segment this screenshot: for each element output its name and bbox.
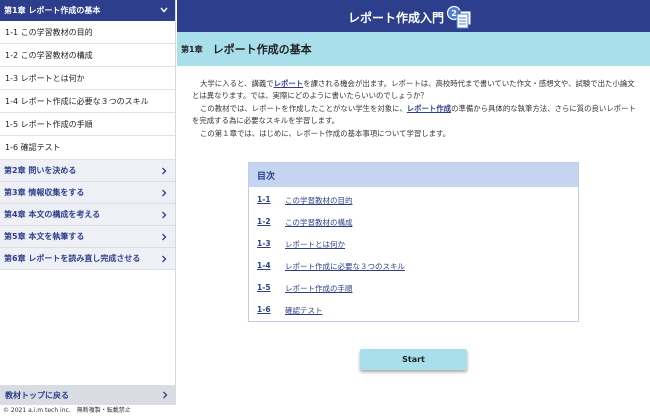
sidebar-item-1-1[interactable]: 1-1 この学習教材の目的	[0, 21, 175, 44]
toc-item-1-5[interactable]: 1-5 レポート作成の手順	[257, 283, 353, 294]
sidebar-item-label: 1-2 この学習教材の構成	[5, 50, 93, 60]
toc-item-1-3[interactable]: 1-3 レポートとは何か	[257, 239, 345, 250]
intro-paragraph-1: 大学に入ると、講義でレポートを課される機会が出ます。レポートは、高校時代まで書い…	[192, 79, 635, 101]
sidebar-item-1-3[interactable]: 1-3 レポートとは何か	[0, 67, 175, 90]
sidebar-chapter-label: 第5章 本文を執筆する	[4, 232, 85, 241]
table-of-contents: 目次 1-1 この学習教材の目的 1-2 この学習教材の構成 1-3 レポートとは何か…	[248, 162, 579, 322]
sidebar-chapter-6[interactable]: 第6章 レポートを読み直し完成させる	[0, 248, 175, 270]
sidebar-chapter-5[interactable]: 第5章 本文を執筆する	[0, 226, 175, 248]
back-to-top-link[interactable]: 教材トップに戻る	[0, 385, 176, 405]
sidebar-item-1-5[interactable]: 1-5 レポート作成の手順	[0, 113, 175, 136]
sidebar-chapter-1[interactable]: 第1章 レポート作成の基本	[0, 0, 175, 21]
header-icon-number: 2	[451, 9, 457, 18]
chevron-right-icon	[162, 211, 167, 219]
sidebar-item-label: 1-5 レポート作成の手順	[5, 119, 93, 129]
sidebar-chapter-2[interactable]: 第2章 問いを決める	[0, 160, 175, 182]
chapter-banner: 第1章 レポート作成の基本	[177, 32, 650, 66]
toc-item-1-2[interactable]: 1-2 この学習教材の構成	[257, 217, 353, 228]
toc-heading: 目次	[249, 163, 578, 187]
sidebar: 第1章 レポート作成の基本 1-1 この学習教材の目的 1-2 この学習教材の構…	[0, 0, 176, 416]
document-stack-icon: 2	[446, 5, 472, 29]
intro-paragraph-2: この教材では、レポートを作成したことがない学生を対象に、レポート作成の準備から具…	[192, 103, 636, 126]
sidebar-item-label: 1-1 この学習教材の目的	[5, 27, 93, 37]
sidebar-chapter-4[interactable]: 第4章 本文の構成を考える	[0, 204, 175, 226]
sidebar-chapter-label: 第6章 レポートを読み直し完成させる	[4, 254, 141, 263]
glossary-link-report[interactable]: レポート	[274, 79, 304, 88]
sidebar-chapter-label: 第3章 情報収集をする	[4, 188, 85, 197]
sidebar-chapter-1-label: 第1章 レポート作成の基本	[4, 6, 101, 15]
sidebar-chapter-label: 第4章 本文の構成を考える	[4, 210, 101, 219]
sidebar-item-label: 1-3 レポートとは何か	[5, 73, 85, 83]
sidebar-item-1-4[interactable]: 1-4 レポート作成に必要な３つのスキル	[0, 90, 175, 113]
sidebar-item-label: 1-6 確認テスト	[5, 143, 61, 152]
start-button[interactable]: Start	[360, 349, 467, 370]
glossary-link-report-writing[interactable]: レポート作成	[407, 104, 451, 113]
chevron-right-icon	[162, 255, 167, 263]
copyright: © 2021 a.i.m tech inc. 無断複製・転載禁止	[0, 405, 176, 416]
sidebar-item-1-6[interactable]: 1-6 確認テスト	[0, 136, 175, 160]
toc-item-1-4[interactable]: 1-4 レポート作成に必要な３つのスキル	[257, 261, 405, 272]
chevron-right-icon	[163, 391, 168, 399]
chevron-right-icon	[162, 233, 167, 241]
chevron-right-icon	[162, 167, 167, 175]
sidebar-item-1-2[interactable]: 1-2 この学習教材の構成	[0, 44, 175, 67]
app-header: レポート作成入門 2	[177, 0, 650, 32]
sidebar-chapter-3[interactable]: 第3章 情報収集をする	[0, 182, 175, 204]
chapter-number: 第1章	[181, 44, 203, 54]
back-to-top-label: 教材トップに戻る	[5, 390, 69, 400]
chevron-down-icon	[160, 7, 168, 13]
toc-item-1-6[interactable]: 1-6 確認テスト	[257, 305, 323, 316]
intro-text: 大学に入ると、講義でレポートを課される機会が出ます。レポートは、高校時代まで書い…	[192, 78, 637, 140]
sidebar-chapter-label: 第2章 問いを決める	[4, 166, 77, 175]
intro-paragraph-3: この第１章では、はじめに、レポート作成の基本事項について学習します。	[200, 128, 451, 138]
page-title: レポート作成の基本	[212, 43, 312, 56]
sidebar-item-label: 1-4 レポート作成に必要な３つのスキル	[5, 96, 149, 106]
chevron-right-icon	[162, 189, 167, 197]
toc-item-1-1[interactable]: 1-1 この学習教材の目的	[257, 195, 353, 206]
app-title: レポート作成入門	[348, 11, 445, 25]
